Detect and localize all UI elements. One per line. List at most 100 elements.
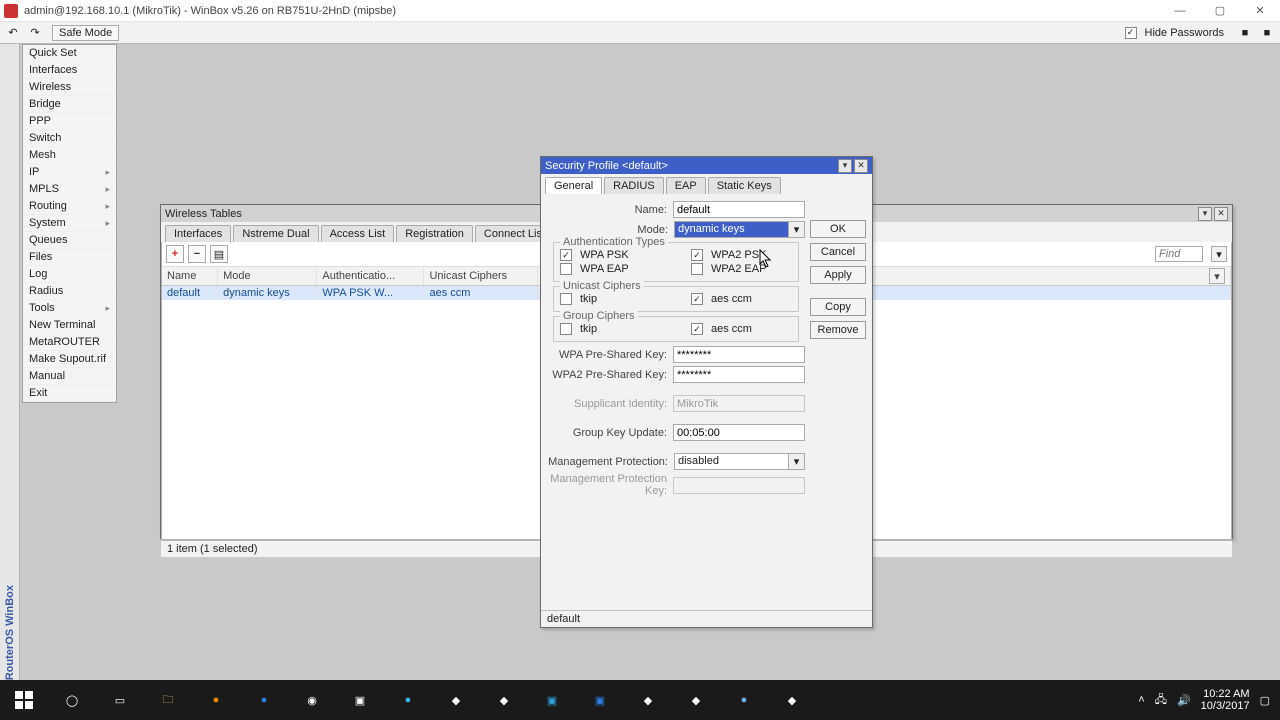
wpa2-eap-checkbox[interactable]: [691, 263, 703, 275]
sidebar-item-routing[interactable]: Routing▸: [23, 198, 116, 215]
chevron-down-icon[interactable]: ▾: [789, 221, 805, 238]
add-button[interactable]: +: [166, 245, 184, 263]
dlg-tab-eap[interactable]: EAP: [666, 177, 706, 194]
mp-select[interactable]: disabled: [674, 453, 789, 470]
sidebar-item-exit[interactable]: Exit: [23, 385, 116, 402]
tray-net-icon[interactable]: 🖧: [1155, 691, 1167, 710]
tab-nstreme-dual[interactable]: Nstreme Dual: [233, 225, 318, 242]
dlg-tab-radius[interactable]: RADIUS: [604, 177, 664, 194]
col-more-icon[interactable]: ▾: [1209, 268, 1225, 284]
firefox-icon[interactable]: ●: [196, 680, 236, 720]
sidebar-item-manual[interactable]: Manual: [23, 368, 116, 385]
mode-select[interactable]: dynamic keys: [674, 221, 789, 238]
sidebar-item-quick-set[interactable]: Quick Set: [23, 45, 116, 62]
tab-registration[interactable]: Registration: [396, 225, 473, 242]
sidebar-item-metarouter[interactable]: MetaROUTER: [23, 334, 116, 351]
col-mode[interactable]: Mode: [218, 267, 317, 286]
minimize-button[interactable]: —: [1160, 0, 1200, 22]
copy-button[interactable]: Copy: [810, 298, 866, 316]
sidebar-item-ppp[interactable]: PPP: [23, 113, 116, 130]
remove-dialog-button[interactable]: Remove: [810, 321, 866, 339]
wpa2-key-input[interactable]: [673, 366, 805, 383]
chrome-icon[interactable]: ◉: [292, 680, 332, 720]
wpa-psk-checkbox[interactable]: ✓: [560, 249, 572, 261]
sidebar-item-tools[interactable]: Tools▸: [23, 300, 116, 317]
col-name[interactable]: Name: [162, 267, 218, 286]
ok-button[interactable]: OK: [810, 220, 866, 238]
photoshop-icon[interactable]: ▣: [532, 680, 572, 720]
app-icon-4[interactable]: ◆: [676, 680, 716, 720]
uc-aes-checkbox[interactable]: ✓: [691, 293, 703, 305]
sidebar-item-interfaces[interactable]: Interfaces: [23, 62, 116, 79]
find-input[interactable]: [1155, 246, 1203, 262]
col-auth[interactable]: Authenticatio...: [317, 267, 424, 286]
name-input[interactable]: [673, 201, 805, 218]
remove-button[interactable]: −: [188, 245, 206, 263]
app-icon-2[interactable]: ◆: [484, 680, 524, 720]
redo-icon[interactable]: ↷: [26, 24, 44, 42]
filter-icon[interactable]: ▤: [210, 245, 228, 263]
system-tray[interactable]: ˄ 🖧 🔊 10:22 AM 10/3/2017 ▢: [1138, 688, 1276, 712]
sidebar-item-radius[interactable]: Radius: [23, 283, 116, 300]
edge-icon[interactable]: ●: [244, 680, 284, 720]
taskview-icon[interactable]: ▭: [100, 680, 140, 720]
sidebar-item-ip[interactable]: IP▸: [23, 164, 116, 181]
cortana-icon[interactable]: ◯: [52, 680, 92, 720]
sidebar-item-system[interactable]: System▸: [23, 215, 116, 232]
safe-mode-button[interactable]: Safe Mode: [52, 25, 119, 41]
toolbar-icon-b[interactable]: ■: [1258, 24, 1276, 42]
gc-tkip-checkbox[interactable]: [560, 323, 572, 335]
sidebar-item-mpls[interactable]: MPLS▸: [23, 181, 116, 198]
mp-chevron-icon[interactable]: ▾: [789, 453, 805, 470]
start-button[interactable]: [4, 680, 44, 720]
wpa-key-label: WPA Pre-Shared Key:: [547, 349, 673, 361]
wpa-key-input[interactable]: [673, 346, 805, 363]
min-icon[interactable]: ▾: [1198, 207, 1212, 221]
explorer-icon[interactable]: 🗀: [148, 680, 188, 720]
clock[interactable]: 10:22 AM 10/3/2017: [1201, 688, 1250, 712]
tray-vol-icon[interactable]: 🔊: [1177, 694, 1191, 707]
sidebar-item-queues[interactable]: Queues: [23, 232, 116, 249]
tray-up-icon[interactable]: ˄: [1138, 694, 1144, 706]
wpa2-psk-checkbox[interactable]: ✓: [691, 249, 703, 261]
wpa-eap-checkbox[interactable]: [560, 263, 572, 275]
hide-passwords-checkbox[interactable]: ✓: [1125, 27, 1137, 39]
gc-aes-checkbox[interactable]: ✓: [691, 323, 703, 335]
app-icon-3[interactable]: ◆: [628, 680, 668, 720]
notifications-icon[interactable]: ▢: [1260, 694, 1270, 707]
sidebar-item-make-supout.rif[interactable]: Make Supout.rif: [23, 351, 116, 368]
sidebar-item-log[interactable]: Log: [23, 266, 116, 283]
uc-tkip-checkbox[interactable]: [560, 293, 572, 305]
toolbar-icon-a[interactable]: ■: [1236, 24, 1254, 42]
undo-icon[interactable]: ↶: [4, 24, 22, 42]
close-button[interactable]: ✕: [1240, 0, 1280, 22]
gku-input[interactable]: [673, 424, 805, 441]
skype-icon[interactable]: ●: [388, 680, 428, 720]
dialog-min-icon[interactable]: ▾: [838, 159, 852, 173]
dlg-tab-static-keys[interactable]: Static Keys: [708, 177, 781, 194]
dialog-header[interactable]: Security Profile <default> ▾ ✕: [541, 157, 872, 174]
apply-button[interactable]: Apply: [810, 266, 866, 284]
wpa2-psk-label: WPA2 PSK: [711, 249, 766, 261]
app-icon-1[interactable]: ◆: [436, 680, 476, 720]
winbox-icon[interactable]: ●: [724, 680, 764, 720]
dropdown-icon[interactable]: ▾: [1211, 246, 1227, 262]
dlg-tab-general[interactable]: General: [545, 177, 602, 194]
taskbar[interactable]: ◯ ▭ 🗀 ● ● ◉ ▣ ● ◆ ◆ ▣ ▣ ◆ ◆ ● ◆ ˄ 🖧 🔊 10…: [0, 680, 1280, 720]
dialog-close-icon[interactable]: ✕: [854, 159, 868, 173]
col-uc[interactable]: Unicast Ciphers: [424, 267, 537, 286]
sidebar-item-new-terminal[interactable]: New Terminal: [23, 317, 116, 334]
app-icon-5[interactable]: ◆: [772, 680, 812, 720]
terminal-icon[interactable]: ▣: [340, 680, 380, 720]
sidebar-item-mesh[interactable]: Mesh: [23, 147, 116, 164]
tab-access-list[interactable]: Access List: [321, 225, 395, 242]
sidebar-item-switch[interactable]: Switch: [23, 130, 116, 147]
outlook-icon[interactable]: ▣: [580, 680, 620, 720]
cancel-button[interactable]: Cancel: [810, 243, 866, 261]
sidebar-item-bridge[interactable]: Bridge: [23, 96, 116, 113]
tab-interfaces[interactable]: Interfaces: [165, 225, 231, 242]
sidebar-item-wireless[interactable]: Wireless: [23, 79, 116, 96]
close-icon[interactable]: ✕: [1214, 207, 1228, 221]
maximize-button[interactable]: ▢: [1200, 0, 1240, 22]
sidebar-item-files[interactable]: Files: [23, 249, 116, 266]
